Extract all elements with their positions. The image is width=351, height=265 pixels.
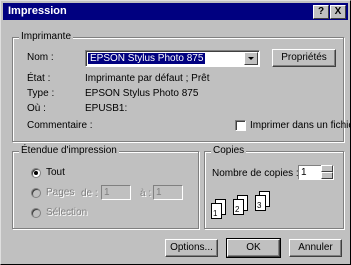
ok-button-label: OK [246,242,261,253]
options-button[interactable]: Options... [165,239,218,257]
range-to-field[interactable]: 1 [153,185,183,200]
type-value: EPSON Stylus Photo 875 [85,88,199,99]
chevron-down-icon[interactable] [244,52,258,65]
properties-button[interactable]: Propriétés [272,49,336,67]
title-bar: Impression ? X [3,3,348,20]
copies-count-value: 1 [301,167,307,178]
print-to-file-label[interactable]: Imprimer dans un fichier [250,120,351,132]
printer-name-label: Nom : [27,52,54,63]
cancel-button-label: Annuler [298,242,333,253]
properties-button-label: Propriétés [281,52,327,63]
print-dialog: Impression ? X Imprimante Nom : EPSON St… [0,0,351,265]
range-to-label: à : [140,188,152,199]
collate-page-icon: 3 [255,195,266,211]
print-range-group-label: Étendue d'impression [19,145,119,157]
copies-count-label: Nombre de copies : [212,168,299,179]
range-all-radio[interactable] [31,168,41,178]
cancel-button[interactable]: Annuler [289,239,342,257]
state-value: Imprimante par défaut ; Prêt [85,73,210,84]
type-label: Type : [27,88,55,99]
range-from-field[interactable]: 1 [101,185,131,200]
range-from-label: de : [81,188,98,199]
help-icon[interactable]: ? [313,5,329,19]
collate-page-icon: 1 [211,203,222,219]
copies-group-label: Copies [211,145,247,157]
where-label: Où : [27,103,46,114]
window-title: Impression [8,5,67,17]
range-pages-radio[interactable] [31,188,41,198]
options-button-label: Options... [170,242,213,253]
printer-group: Imprimante Nom : EPSON Stylus Photo 875 … [12,31,351,142]
range-selection-radio[interactable] [31,208,41,218]
printer-name-value: EPSON Stylus Photo 875 [88,53,206,64]
where-value: EPUSB1: [85,103,128,114]
close-icon[interactable]: X [330,5,346,19]
print-to-file-checkbox[interactable] [235,120,246,131]
copies-spinner[interactable] [321,165,333,180]
printer-name-select[interactable]: EPSON Stylus Photo 875 [85,50,260,67]
spin-up-icon[interactable] [321,165,333,172]
state-label: État : [27,73,51,84]
copies-group: Copies Nombre de copies : 1 1 2 2 3 3 [204,145,344,229]
print-range-group: Étendue d'impression Tout Pages de : 1 à… [12,145,199,229]
spin-down-icon[interactable] [321,172,333,179]
range-all-label[interactable]: Tout [46,167,65,179]
comment-label: Commentaire : [27,120,93,131]
ok-button[interactable]: OK [226,238,281,258]
range-selection-label[interactable]: Sélection [46,207,87,219]
printer-group-label: Imprimante [19,31,74,43]
range-pages-label[interactable]: Pages [46,187,74,199]
collate-page-icon: 2 [233,199,244,215]
